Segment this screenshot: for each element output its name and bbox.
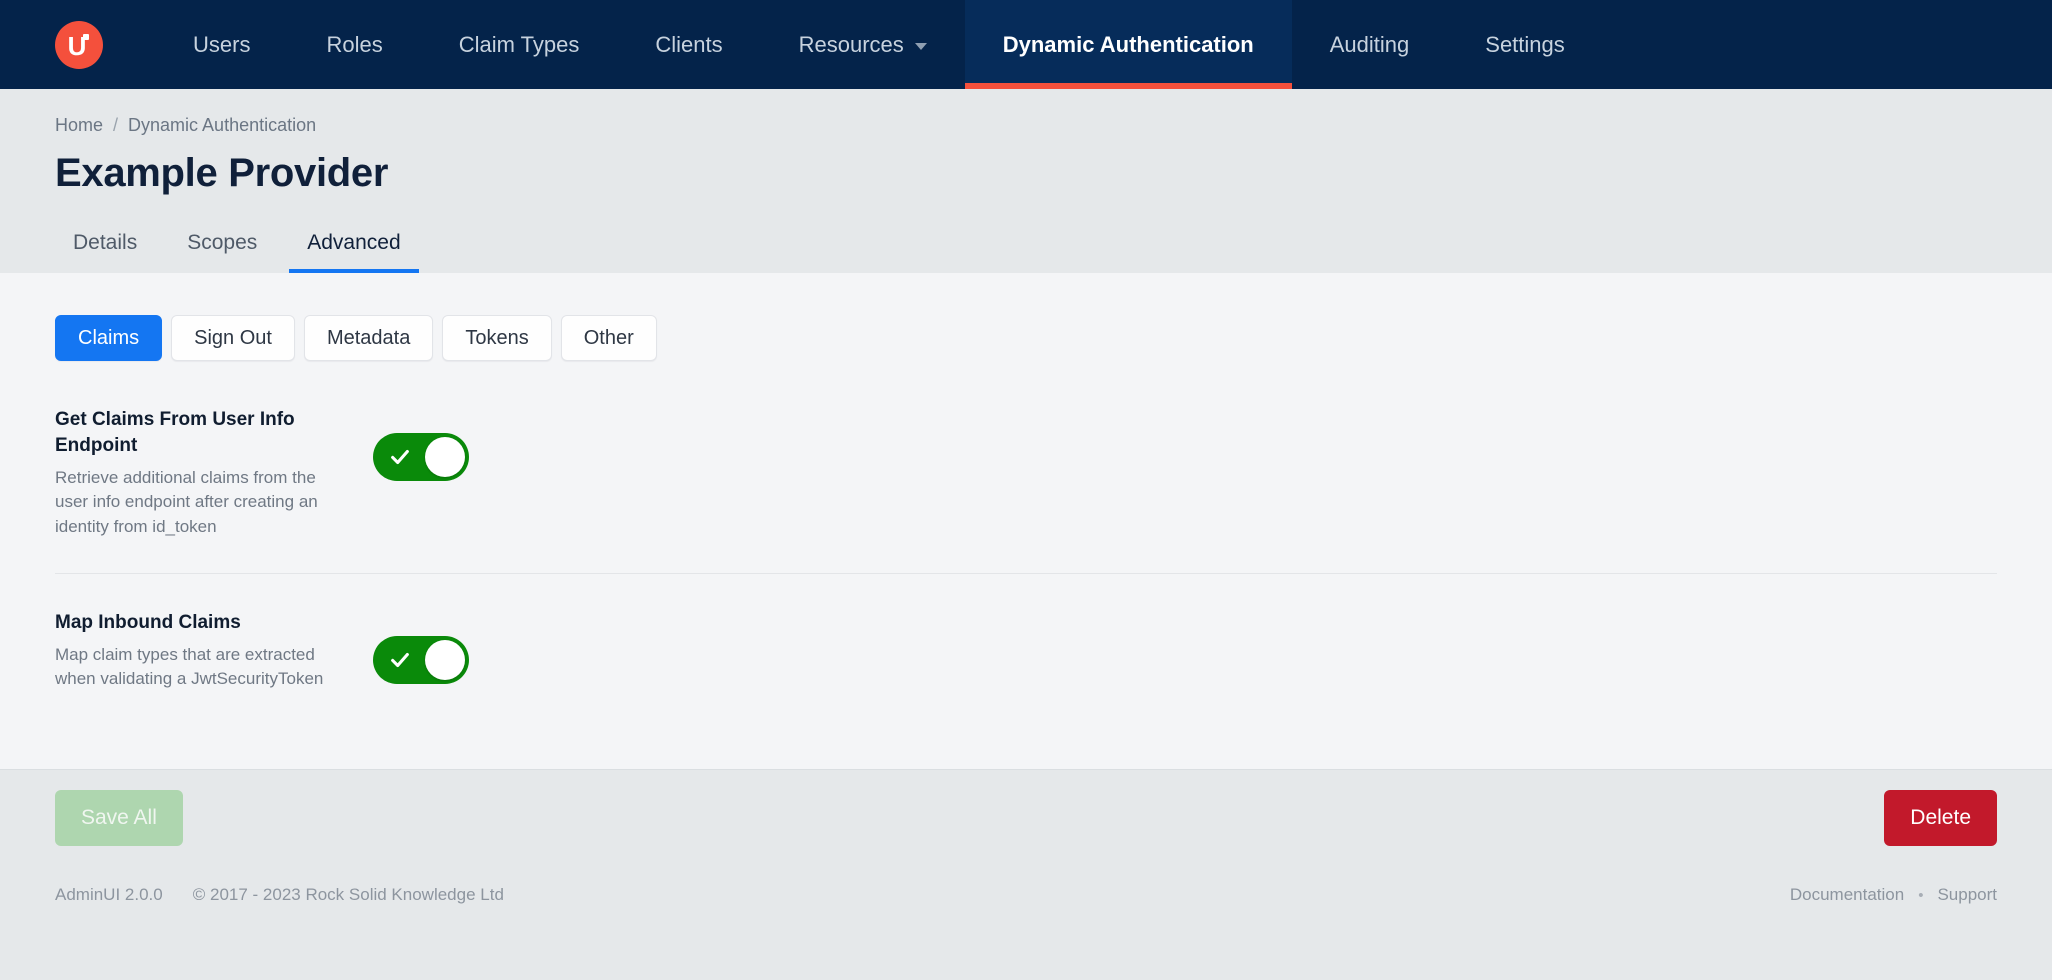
breadcrumb: Home / Dynamic Authentication (55, 113, 1997, 137)
pill-claims[interactable]: Claims (55, 315, 163, 361)
support-link[interactable]: Support (1937, 885, 1997, 905)
nav-item-clients[interactable]: Clients (617, 0, 760, 89)
pill-other[interactable]: Other (560, 315, 657, 361)
tab-details[interactable]: Details (55, 231, 155, 273)
logo-dot-icon (83, 33, 89, 40)
breadcrumb-current: Dynamic Authentication (128, 114, 317, 135)
content-panel: Claims Sign Out Metadata Tokens Other Ge… (0, 273, 2052, 769)
nav-item-label: Clients (655, 31, 723, 57)
nav-item-settings[interactable]: Settings (1447, 0, 1603, 89)
toggle-map-inbound-claims[interactable] (373, 635, 469, 684)
toggle-get-claims-from-user-info-endpoint[interactable] (373, 433, 469, 481)
nav-items: Users Roles Claim Types Clients Resource… (155, 0, 1603, 89)
nav-item-label: Dynamic Authentication (1002, 31, 1254, 57)
nav-item-label: Users (193, 31, 251, 57)
pill-tokens[interactable]: Tokens (442, 315, 552, 361)
pill-metadata[interactable]: Metadata (303, 315, 434, 361)
nav-item-users[interactable]: Users (155, 0, 288, 89)
pill-label: Sign Out (194, 326, 272, 349)
nav-item-auditing[interactable]: Auditing (1292, 0, 1448, 89)
tab-label: Advanced (307, 231, 401, 254)
action-bar: Save All Delete (0, 769, 2052, 865)
save-all-button[interactable]: Save All (55, 789, 183, 846)
setting-title: Get Claims From User Info Endpoint (55, 409, 295, 456)
nav-item-label: Claim Types (458, 31, 580, 57)
setting-control (373, 407, 469, 481)
page-header: Home / Dynamic Authentication Example Pr… (0, 89, 2052, 273)
setting-text: Get Claims From User Info Endpoint Retri… (55, 407, 355, 539)
toggle-knob (425, 639, 465, 680)
check-icon (391, 449, 409, 465)
breadcrumb-home-link[interactable]: Home (55, 115, 103, 136)
setting-row-map-inbound-claims: Map Inbound Claims Map claim types that … (55, 572, 1997, 726)
pill-sign-out[interactable]: Sign Out (171, 315, 295, 361)
tab-advanced[interactable]: Advanced (289, 231, 419, 273)
nav-item-dynamic-authentication[interactable]: Dynamic Authentication (964, 0, 1292, 89)
tab-label: Scopes (187, 231, 258, 254)
app-version: AdminUI 2.0.0 (55, 885, 163, 904)
nav-item-roles[interactable]: Roles (288, 0, 420, 89)
pill-label: Claims (78, 326, 140, 349)
tab-scopes[interactable]: Scopes (169, 231, 275, 273)
setting-title: Map Inbound Claims (55, 611, 241, 633)
nav-item-resources[interactable]: Resources (761, 0, 965, 89)
adminui-logo-icon: U (55, 20, 103, 69)
check-icon (391, 652, 409, 667)
page-tabs: Details Scopes Advanced (55, 223, 1997, 273)
nav-item-claim-types[interactable]: Claim Types (421, 0, 618, 89)
breadcrumb-separator: / (113, 114, 119, 135)
setting-row-get-claims-from-user-info-endpoint: Get Claims From User Info Endpoint Retri… (55, 407, 1997, 573)
toggle-knob (425, 437, 465, 477)
nav-item-label: Resources (798, 31, 904, 57)
chevron-down-icon (914, 43, 927, 50)
setting-text: Map Inbound Claims Map claim types that … (55, 610, 355, 692)
setting-description: Map claim types that are extracted when … (55, 645, 324, 689)
page-footer: AdminUI 2.0.0 © 2017 - 2023 Rock Solid K… (0, 865, 2052, 925)
page-title: Example Provider (55, 151, 389, 195)
nav-item-label: Settings (1485, 31, 1565, 57)
setting-description: Retrieve additional claims from the user… (55, 468, 318, 536)
tab-label: Details (73, 231, 138, 254)
delete-button[interactable]: Delete (1884, 789, 1997, 846)
nav-item-label: Auditing (1329, 31, 1410, 57)
nav-item-label: Roles (326, 31, 383, 57)
documentation-link[interactable]: Documentation (1790, 885, 1904, 905)
pill-label: Tokens (465, 326, 529, 349)
top-navbar: U Users Roles Claim Types Clients Resour… (0, 0, 2052, 89)
section-pill-group: Claims Sign Out Metadata Tokens Other (55, 315, 1997, 361)
setting-control (373, 610, 469, 684)
pill-label: Other (583, 326, 634, 349)
brand-logo-link[interactable]: U (55, 0, 103, 89)
copyright: © 2017 - 2023 Rock Solid Knowledge Ltd (192, 885, 504, 904)
footer-right: Documentation • Support (1790, 885, 1997, 905)
pill-label: Metadata (326, 326, 411, 349)
settings-list: Get Claims From User Info Endpoint Retri… (55, 407, 1997, 726)
footer-separator: • (1918, 886, 1924, 904)
footer-left: AdminUI 2.0.0 © 2017 - 2023 Rock Solid K… (55, 885, 504, 905)
